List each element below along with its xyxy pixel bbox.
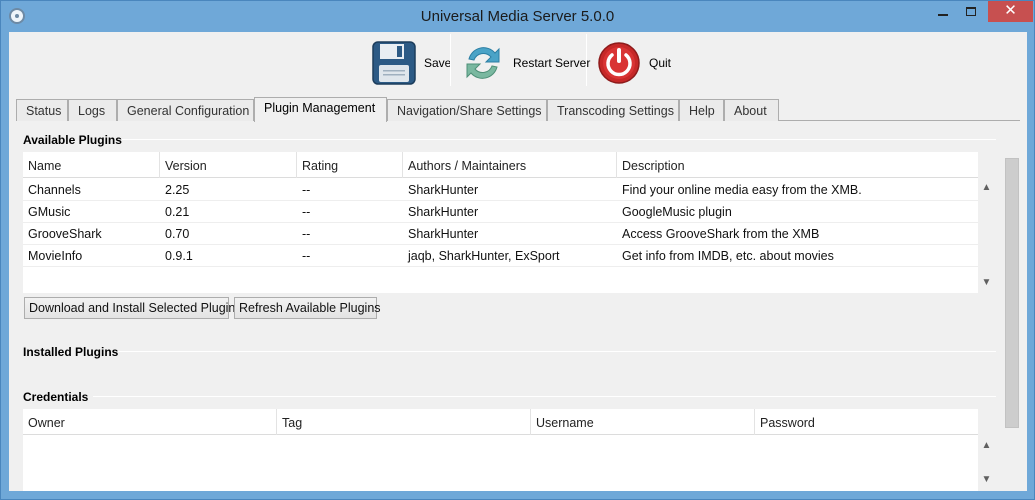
save-label: Save [424,56,452,70]
maximize-icon [966,7,976,16]
plugin-description: Access GrooveShark from the XMB [622,227,820,241]
restart-server-label: Restart Server [513,56,591,70]
tab-label: Status [26,104,62,118]
maximize-button[interactable] [957,1,985,22]
column-header-tag[interactable]: Tag [277,409,531,435]
plugin-name: MovieInfo [28,249,83,263]
column-header-description[interactable]: Description [617,152,978,178]
quit-label: Quit [649,56,672,70]
table-header: Owner Tag Username Password [23,409,978,435]
plugin-rating: -- [302,249,311,263]
table-row[interactable]: GMusic 0.21 -- SharkHunter GoogleMusic p… [23,201,978,223]
scroll-down-icon[interactable]: ▼ [978,274,995,291]
credentials-table: Owner Tag Username Password [23,409,978,491]
section-divider [122,139,996,140]
plugin-name: GrooveShark [28,227,102,241]
tab-navigation-share-settings[interactable]: Navigation/Share Settings [387,99,547,121]
minimize-icon [938,14,948,16]
tab-label: Help [689,104,715,118]
app-window: Universal Media Server 5.0.0 ✕ Save Rest [0,0,1035,500]
plugin-version: 0.21 [165,205,190,219]
plugin-version: 2.25 [165,183,190,197]
table-row[interactable]: GrooveShark 0.70 -- SharkHunter Access G… [23,223,978,245]
scrollbar-thumb[interactable] [1005,158,1019,428]
refresh-arrows-icon [466,47,500,79]
scroll-up-icon[interactable]: ▲ [978,179,995,196]
plugin-authors: jaqb, SharkHunter, ExSport [408,249,560,263]
main-panel: Save Restart Server Quit Status Logs Gen… [9,32,1027,491]
download-install-plugin-button[interactable]: Download and Install Selected Plugin [24,297,235,319]
installed-plugins-title: Installed Plugins [23,345,119,359]
save-button[interactable]: Save [372,38,451,88]
refresh-plugins-button[interactable]: Refresh Available Plugins [234,297,381,319]
tab-help[interactable]: Help [679,99,724,121]
minimize-button[interactable] [929,1,957,22]
table-header: Name Version Rating Authors / Maintainer… [23,152,978,178]
plugin-version: 0.9.1 [165,249,193,263]
tab-transcoding-settings[interactable]: Transcoding Settings [547,99,679,121]
tab-label: General Configuration [127,104,250,118]
plugin-description: Find your online media easy from the XMB… [622,183,862,197]
tab-status[interactable]: Status [16,99,68,121]
tab-label: Transcoding Settings [557,104,674,118]
credentials-title: Credentials [23,390,89,404]
column-header-owner[interactable]: Owner [23,409,277,435]
scroll-up-icon[interactable]: ▲ [978,437,995,454]
tab-label: Plugin Management [264,101,376,115]
quit-button[interactable]: Quit [597,38,671,88]
table-row[interactable]: MovieInfo 0.9.1 -- jaqb, SharkHunter, Ex… [23,245,978,267]
plugin-name: GMusic [28,205,71,219]
toolbar-separator [586,34,587,86]
column-header-authors[interactable]: Authors / Maintainers [403,152,617,178]
plugins-table-scrollbar[interactable]: ▲ ▼ [978,177,995,293]
tab-logs[interactable]: Logs [68,99,117,121]
section-divider [118,351,996,352]
credentials-table-scrollbar[interactable]: ▲ ▼ [978,435,995,491]
plugin-rating: -- [302,183,311,197]
column-header-password[interactable]: Password [755,409,978,435]
plugin-authors: SharkHunter [408,227,479,241]
floppy-disk-icon [372,41,416,85]
restart-server-button[interactable]: Restart Server [461,38,590,88]
tab-label: About [734,104,767,118]
power-icon [598,42,640,84]
table-row[interactable]: Channels 2.25 -- SharkHunter Find your o… [23,179,978,201]
plugin-version: 0.70 [165,227,190,241]
main-scrollbar[interactable] [1004,138,1020,491]
title-bar[interactable]: Universal Media Server 5.0.0 ✕ [1,1,1034,32]
plugin-rating: -- [302,205,311,219]
available-plugins-table: Name Version Rating Authors / Maintainer… [23,152,978,293]
plugin-description: GoogleMusic plugin [622,205,732,219]
plugin-authors: SharkHunter [408,205,479,219]
tab-label: Navigation/Share Settings [397,104,542,118]
column-header-username[interactable]: Username [531,409,755,435]
plugin-description: Get info from IMDB, etc. about movies [622,249,834,263]
column-header-name[interactable]: Name [23,152,160,178]
column-header-version[interactable]: Version [160,152,297,178]
close-icon: ✕ [1004,2,1017,19]
tab-general-configuration[interactable]: General Configuration [117,99,254,121]
tab-about[interactable]: About [724,99,779,121]
scroll-down-icon[interactable]: ▼ [978,471,995,488]
available-plugins-title: Available Plugins [23,133,122,147]
window-title: Universal Media Server 5.0.0 [420,8,615,25]
tab-plugin-management[interactable]: Plugin Management [254,97,387,122]
plugin-rating: -- [302,227,311,241]
section-divider [93,396,996,397]
close-button[interactable]: ✕ [988,1,1033,22]
toolbar-separator [450,34,451,86]
column-header-rating[interactable]: Rating [297,152,403,178]
plugin-name: Channels [28,183,81,197]
tab-label: Logs [78,104,106,118]
plugin-authors: SharkHunter [408,183,479,197]
